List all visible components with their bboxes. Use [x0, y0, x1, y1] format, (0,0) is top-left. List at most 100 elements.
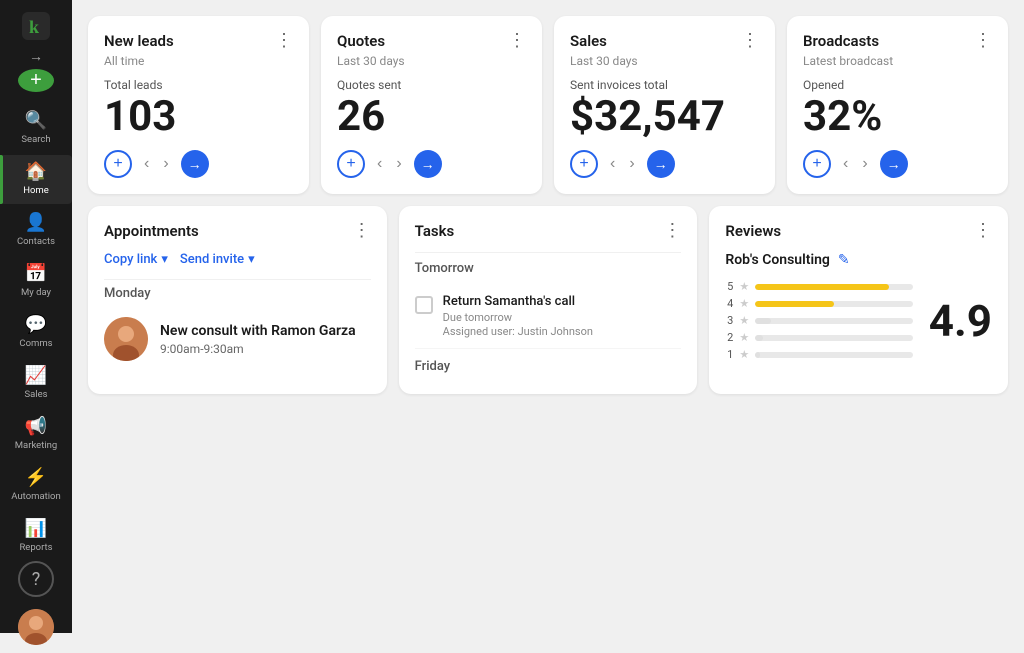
send-invite-button[interactable]: Send invite ▾	[180, 252, 255, 267]
comms-icon: 💬	[25, 316, 47, 334]
marketing-icon: 📢	[25, 418, 47, 436]
new-leads-card: New leads ⋮ All time Total leads 103 + ‹…	[88, 16, 309, 194]
card-metric-label: Opened	[803, 78, 992, 92]
sidebar-item-sales[interactable]: 📈 Sales	[0, 359, 72, 408]
view-button[interactable]: →	[880, 150, 908, 178]
appointment-avatar	[104, 317, 148, 361]
reviews-menu-button[interactable]: ⋮	[974, 222, 992, 240]
card-menu-button[interactable]: ⋮	[974, 32, 992, 50]
card-title: New leads	[104, 32, 174, 50]
appointment-name: New consult with Ramon Garza	[160, 323, 371, 339]
appointments-actions: Copy link ▾ Send invite ▾	[104, 252, 371, 267]
task-name: Return Samantha's call	[443, 294, 682, 309]
tasks-title: Tasks	[415, 222, 455, 240]
bottom-row: Appointments ⋮ Copy link ▾ Send invite ▾…	[88, 206, 1008, 394]
card-value: 26	[337, 94, 526, 140]
sidebar: k → + 🔍 Search 🏠 Home 👤 Contacts 📅 My da…	[0, 0, 72, 633]
reviews-card: Reviews ⋮ Rob's Consulting ✎ 5 ★	[709, 206, 1008, 394]
card-subtitle: Last 30 days	[570, 54, 759, 68]
edit-icon[interactable]: ✎	[838, 252, 850, 268]
sidebar-item-automation[interactable]: ⚡ Automation	[0, 461, 72, 510]
contacts-icon: 👤	[25, 214, 47, 232]
review-row-5: 5 ★	[725, 280, 912, 293]
automation-icon: ⚡	[25, 469, 47, 487]
user-avatar[interactable]	[18, 609, 54, 645]
task-info: Return Samantha's call Due tomorrow Assi…	[443, 294, 682, 338]
review-bar-fill-2	[755, 335, 763, 341]
next-button[interactable]: ›	[627, 153, 636, 175]
tasks-tomorrow-label: Tomorrow	[415, 252, 682, 284]
sidebar-item-label: Sales	[24, 389, 47, 400]
card-header: Broadcasts ⋮	[803, 32, 992, 50]
appointments-menu-button[interactable]: ⋮	[353, 222, 371, 240]
sidebar-expand-icon[interactable]: →	[29, 48, 43, 65]
card-menu-button[interactable]: ⋮	[508, 32, 526, 50]
view-button[interactable]: →	[414, 150, 442, 178]
appointments-card: Appointments ⋮ Copy link ▾ Send invite ▾…	[88, 206, 387, 394]
review-row-2: 2 ★	[725, 331, 912, 344]
sidebar-item-reports[interactable]: 📊 Reports	[0, 512, 72, 561]
metric-cards-row: New leads ⋮ All time Total leads 103 + ‹…	[88, 16, 1008, 194]
card-menu-button[interactable]: ⋮	[275, 32, 293, 50]
prev-button[interactable]: ‹	[375, 153, 384, 175]
card-title: Quotes	[337, 32, 385, 50]
view-button[interactable]: →	[181, 150, 209, 178]
sidebar-item-search[interactable]: 🔍 Search	[0, 104, 72, 153]
card-actions: + ‹ › →	[104, 150, 293, 178]
appointments-day-label: Monday	[104, 279, 371, 307]
appointment-time: 9:00am-9:30am	[160, 342, 371, 356]
review-bar-fill-1	[755, 352, 760, 358]
star-icon-5: ★	[739, 280, 749, 293]
sidebar-item-comms[interactable]: 💬 Comms	[0, 308, 72, 357]
add-card-button[interactable]: +	[803, 150, 831, 178]
view-button[interactable]: →	[647, 150, 675, 178]
task-checkbox[interactable]	[415, 296, 433, 314]
prev-button[interactable]: ‹	[841, 153, 850, 175]
add-card-button[interactable]: +	[104, 150, 132, 178]
card-subtitle: Latest broadcast	[803, 54, 992, 68]
next-button[interactable]: ›	[161, 153, 170, 175]
calendar-icon: 📅	[25, 265, 47, 283]
reviews-business-name: Rob's Consulting	[725, 252, 830, 268]
sidebar-item-label: Marketing	[15, 440, 57, 451]
add-button[interactable]: +	[18, 69, 54, 92]
sidebar-item-marketing[interactable]: 📢 Marketing	[0, 410, 72, 459]
prev-button[interactable]: ‹	[142, 153, 151, 175]
review-bar-bg-4	[755, 301, 913, 307]
appointment-info: New consult with Ramon Garza 9:00am-9:30…	[160, 323, 371, 356]
reviews-score: 4.9	[929, 299, 992, 343]
card-metric-label: Quotes sent	[337, 78, 526, 92]
next-button[interactable]: ›	[860, 153, 869, 175]
tasks-menu-button[interactable]: ⋮	[663, 222, 681, 240]
review-bar-fill-3	[755, 318, 771, 324]
star-icon-4: ★	[739, 297, 749, 310]
card-menu-button[interactable]: ⋮	[741, 32, 759, 50]
card-value: 32%	[803, 94, 992, 140]
quotes-card: Quotes ⋮ Last 30 days Quotes sent 26 + ‹…	[321, 16, 542, 194]
help-button[interactable]: ?	[18, 561, 54, 597]
sidebar-item-label: Search	[21, 134, 50, 145]
sidebar-item-contacts[interactable]: 👤 Contacts	[0, 206, 72, 255]
send-invite-label: Send invite	[180, 252, 244, 267]
copy-link-button[interactable]: Copy link ▾	[104, 252, 168, 267]
star-icon-1: ★	[739, 348, 749, 361]
next-button[interactable]: ›	[394, 153, 403, 175]
appointment-item[interactable]: New consult with Ramon Garza 9:00am-9:30…	[104, 307, 371, 371]
card-title: Broadcasts	[803, 32, 879, 50]
broadcasts-card: Broadcasts ⋮ Latest broadcast Opened 32%…	[787, 16, 1008, 194]
sidebar-item-home[interactable]: 🏠 Home	[0, 155, 72, 204]
add-card-button[interactable]: +	[337, 150, 365, 178]
prev-button[interactable]: ‹	[608, 153, 617, 175]
appointments-title: Appointments	[104, 222, 199, 240]
reports-icon: 📊	[25, 520, 47, 538]
reviews-title: Reviews	[725, 222, 781, 240]
review-row-4: 4 ★	[725, 297, 912, 310]
main-content: New leads ⋮ All time Total leads 103 + ‹…	[72, 0, 1024, 633]
card-header: Quotes ⋮	[337, 32, 526, 50]
card-subtitle: Last 30 days	[337, 54, 526, 68]
sidebar-item-myday[interactable]: 📅 My day	[0, 257, 72, 306]
tasks-friday-label: Friday	[415, 349, 682, 378]
review-bar-fill-4	[755, 301, 834, 307]
card-metric-label: Total leads	[104, 78, 293, 92]
add-card-button[interactable]: +	[570, 150, 598, 178]
